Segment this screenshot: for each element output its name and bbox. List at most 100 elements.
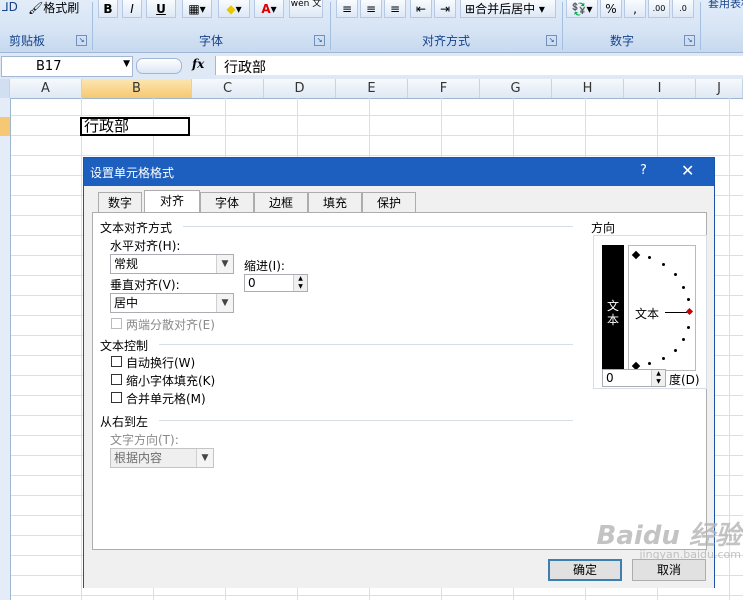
group-separator [92,2,93,50]
tab-number[interactable]: 数字 [98,192,142,212]
fill-bucket-icon: ◆ [226,2,236,16]
border-icon: ▦▾ [188,2,206,16]
fill-color-button[interactable]: ◆▾ [218,0,250,18]
column-header-b[interactable]: B [82,79,192,98]
horizontal-align-select[interactable]: 常规 ▼ [110,254,234,274]
close-icon[interactable]: ✕ [681,161,694,180]
column-header-j[interactable]: J [696,79,743,98]
spin-down-icon[interactable]: ▼ [651,378,665,386]
tab-border[interactable]: 边框 [254,192,308,212]
underline-button[interactable]: U [146,0,176,18]
active-cell[interactable]: 行政部 [80,117,190,136]
column-header-e[interactable]: E [336,79,408,98]
vertical-align-value: 居中 [114,296,139,310]
chevron-down-icon[interactable]: ▼ [216,294,233,312]
clipboard-launcher-icon[interactable]: ↘ [76,35,87,46]
font-color-button[interactable]: A▾ [254,0,284,18]
dial-dot [662,263,665,266]
tab-alignment[interactable]: 对齐 [144,190,200,213]
bold-button[interactable]: B [98,0,118,18]
column-header-g[interactable]: G [480,79,552,98]
vertical-text-label: 文本 [607,299,620,327]
name-box[interactable]: B17 ▼ [1,56,133,77]
number-launcher-icon[interactable]: ↘ [684,35,695,46]
dialog-title: 设置单元格格式 [90,166,175,180]
align-center-button[interactable]: ≡ [360,0,382,18]
text-direction-value: 根据内容 [114,451,163,465]
column-header-c[interactable]: C [192,79,264,98]
active-row-header[interactable] [0,117,10,136]
tab-font[interactable]: 字体 [200,192,254,212]
comma-button[interactable]: , [624,0,646,18]
orientation-box: 文本 文本 0 ▲ ▼ 度(D) [593,235,707,389]
dial-dot [687,326,690,329]
tab-protection[interactable]: 保护 [362,192,416,212]
percent-button[interactable]: % [600,0,622,18]
column-header-h[interactable]: H [552,79,624,98]
column-header-i[interactable]: I [624,79,696,98]
spin-up-icon[interactable]: ▲ [293,275,307,283]
formula-bar: B17 ▼ fx 行政部 [0,52,743,80]
currency-icon: 💱 [571,2,587,16]
column-header-d[interactable]: D [264,79,336,98]
dial-marker [631,250,641,260]
wrap-text-checkbox[interactable] [111,356,122,367]
section-divider [159,420,573,421]
chevron-down-icon[interactable]: ▼ [196,449,213,467]
decrease-decimal-button[interactable]: .0 [672,0,694,18]
cut-button-partial[interactable]: ⅃D [2,0,18,14]
decrease-indent-button[interactable]: ⇤ [410,0,432,18]
help-icon[interactable]: ? [640,163,647,178]
section-divider [159,344,573,345]
orientation-dial[interactable]: 文本 [628,245,696,371]
merge-cells-label: 合并单元格(M) [126,392,206,406]
tab-fill[interactable]: 填充 [308,192,362,212]
watermark-text: Baidu 经验 [596,521,741,551]
column-header-a[interactable]: A [10,79,82,98]
dial-handle-icon[interactable] [685,307,694,316]
formula-bar-splitter[interactable] [136,58,182,74]
increase-indent-button[interactable]: ⇥ [434,0,456,18]
dial-text: 文本 [635,307,660,321]
section-divider [183,226,573,227]
spin-up-icon[interactable]: ▲ [651,370,665,378]
degrees-spinner[interactable]: 0 ▲ ▼ [602,369,666,387]
spin-down-icon[interactable]: ▼ [293,283,307,291]
row-headers[interactable] [0,98,11,600]
italic-button[interactable]: I [122,0,142,18]
chevron-down-icon[interactable]: ▼ [123,59,130,69]
text-direction-select[interactable]: 根据内容 ▼ [110,448,214,468]
column-header-f[interactable]: F [408,79,480,98]
watermark-logo: Baidu 经验 jingyan.baidu.com [566,515,741,595]
align-right-button[interactable]: ≡ [384,0,406,18]
phonetic-button[interactable]: wén 文 [289,0,323,18]
format-painter-button[interactable]: 🖌格式刷 [28,0,79,16]
dial-dot [662,357,665,360]
justify-distributed-checkbox[interactable] [111,318,122,329]
merge-center-button[interactable]: ⊞合并后居中 ▾ [460,0,556,18]
vertical-align-select[interactable]: 居中 ▼ [110,293,234,313]
group-separator [330,2,331,50]
insert-function-icon[interactable]: fx [192,57,204,71]
dial-dot [674,349,677,352]
align-right-icon: ≡ [389,2,401,16]
merge-icon: ⊞ [465,2,476,16]
alignment-launcher-icon[interactable]: ↘ [546,35,557,46]
merge-cells-checkbox[interactable] [111,392,122,403]
format-as-table-button-partial[interactable]: 套用表格 [708,0,743,11]
indent-spinner[interactable]: 0 ▲ ▼ [244,274,308,292]
formula-text: 行政部 [224,60,266,76]
dial-dot [687,298,690,301]
increase-decimal-button[interactable]: .00 [648,0,670,18]
formula-input[interactable]: 行政部 [215,56,743,76]
chevron-down-icon[interactable]: ▼ [216,255,233,273]
border-button[interactable]: ▦▾ [182,0,212,18]
shrink-to-fit-checkbox[interactable] [111,374,122,385]
currency-button[interactable]: 💱▾ [566,0,598,18]
dial-dot [682,286,685,289]
text-alignment-section-label: 文本对齐方式 [100,221,173,235]
align-left-button[interactable]: ≡ [336,0,358,18]
vertical-text-button[interactable]: 文本 [602,245,624,371]
font-launcher-icon[interactable]: ↘ [314,35,325,46]
select-all-corner[interactable] [0,79,10,98]
